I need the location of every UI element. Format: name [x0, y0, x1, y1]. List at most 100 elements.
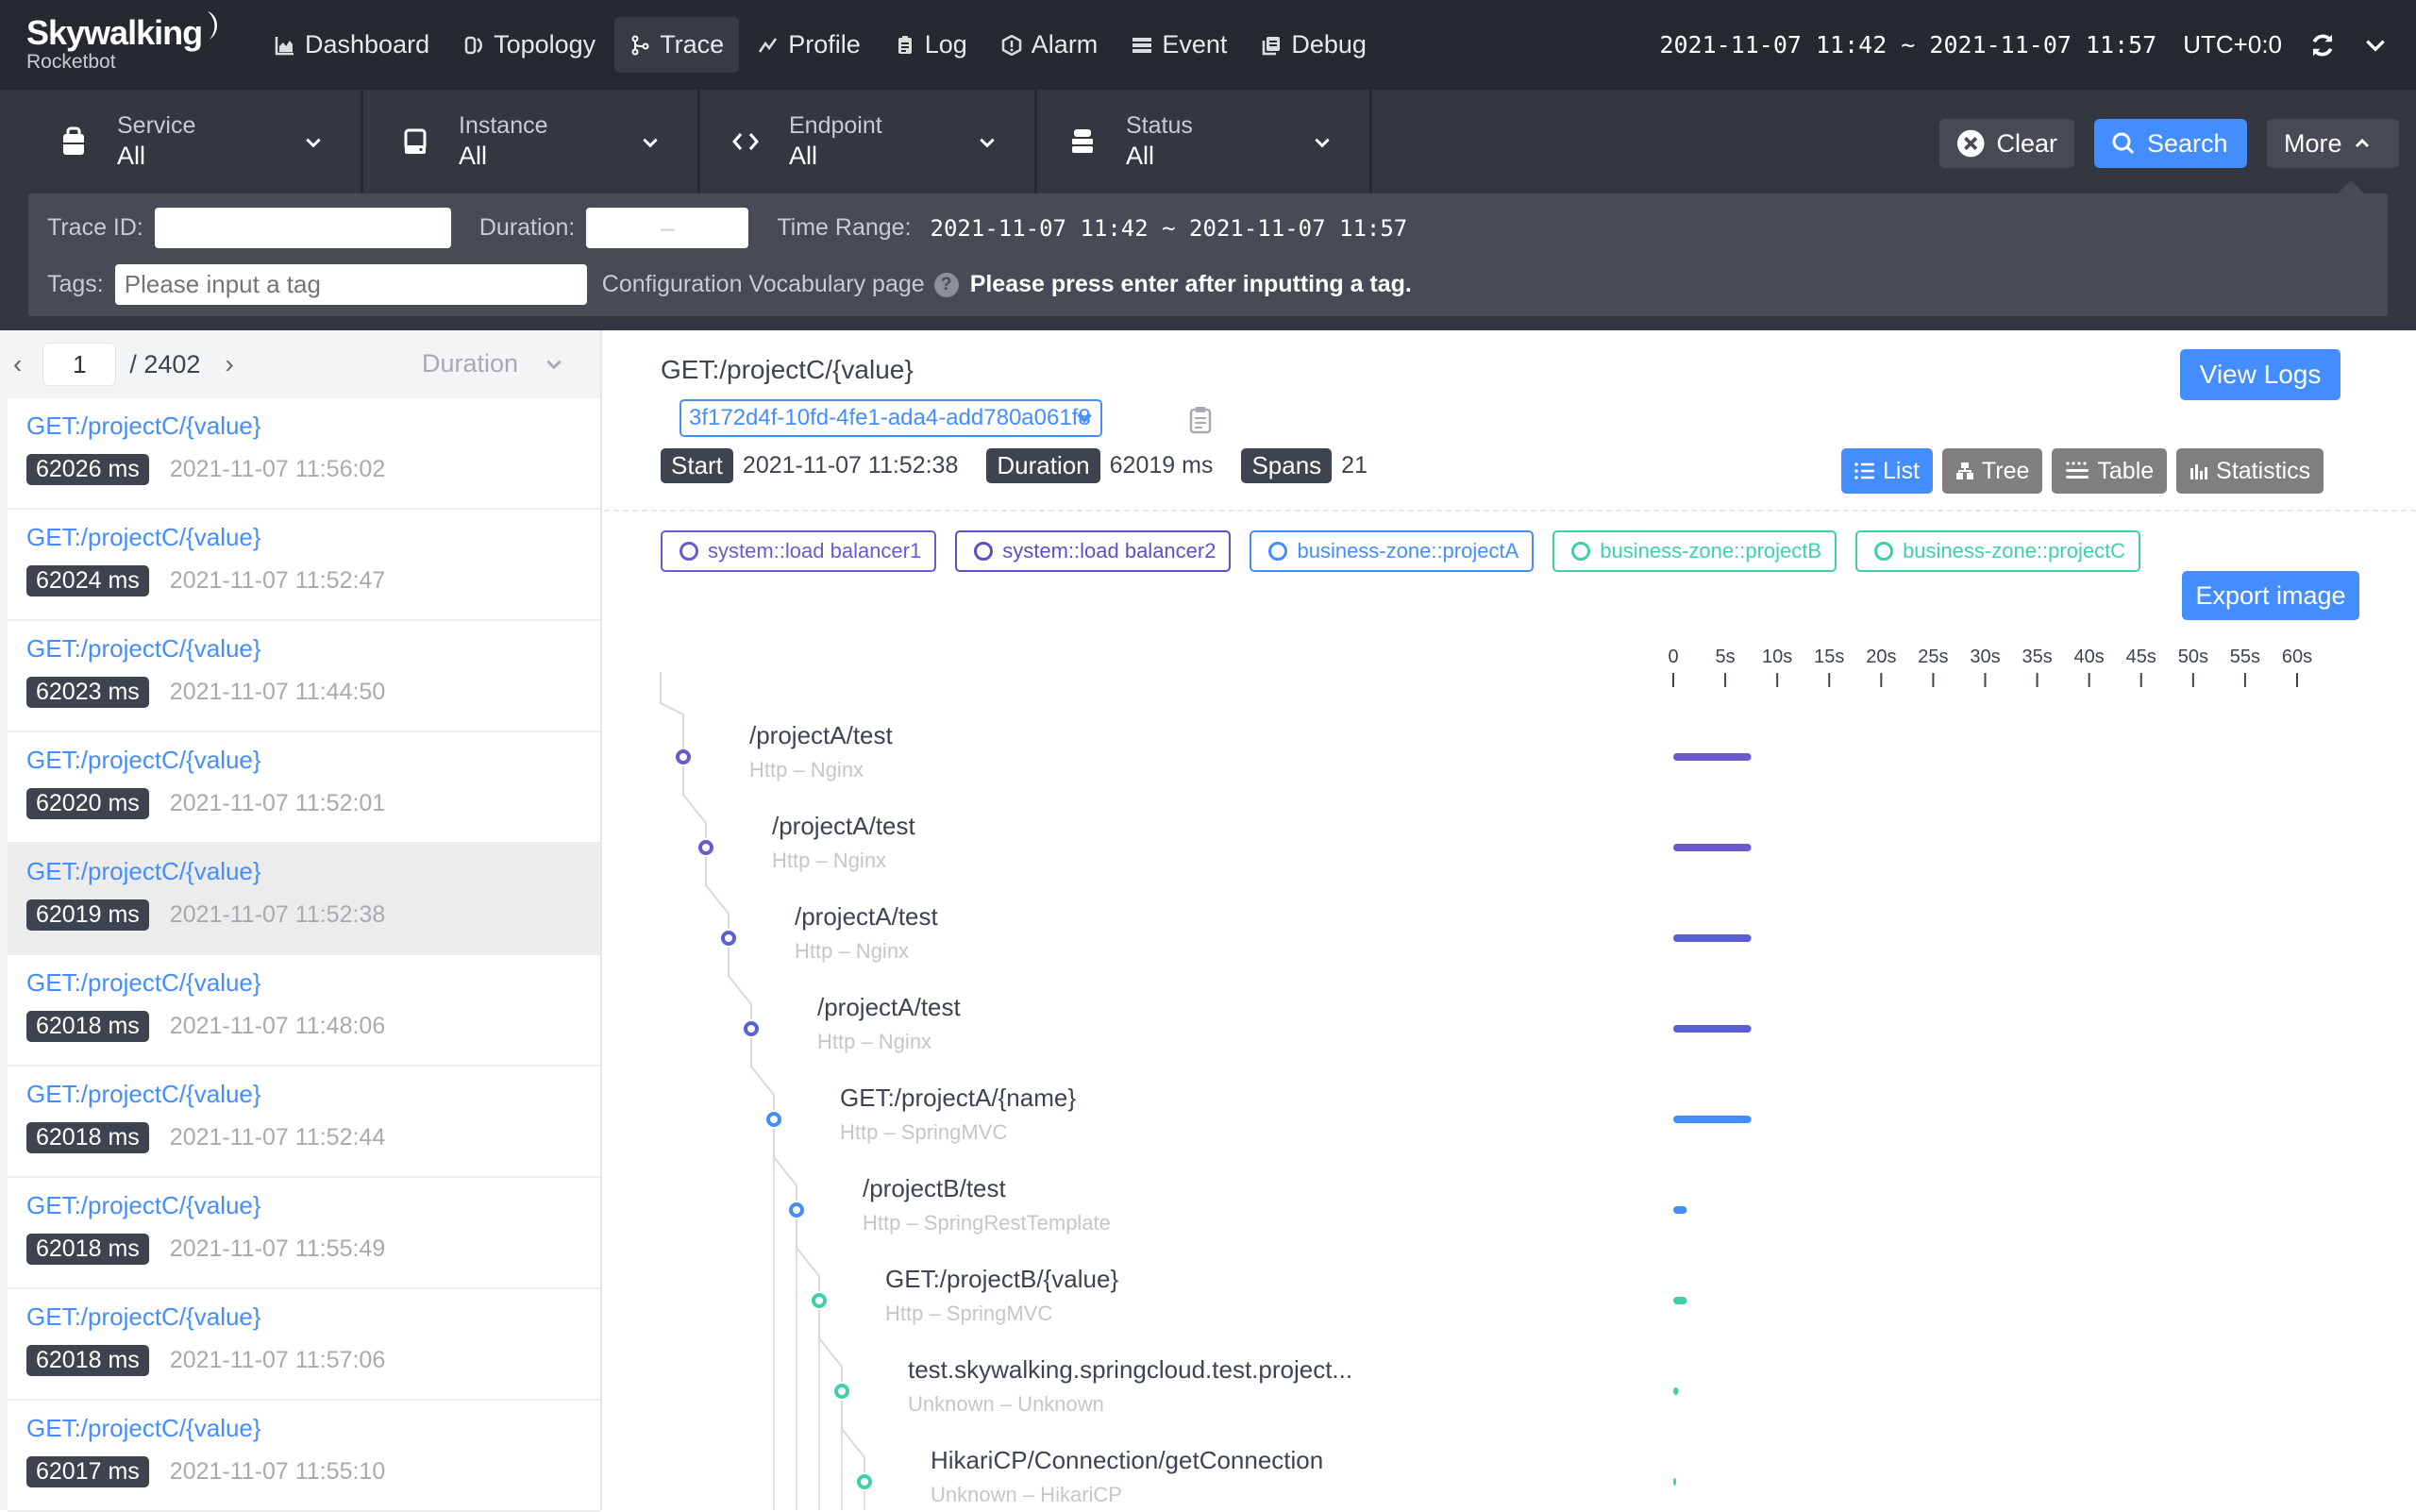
chevron-down-icon — [1315, 138, 1330, 148]
sort-label: Duration — [422, 349, 519, 378]
page-number-input[interactable]: 1 — [42, 343, 117, 386]
duration-input[interactable]: – — [586, 208, 749, 248]
nav-item-dashboard[interactable]: Dashboard — [260, 17, 445, 73]
trace-endpoint[interactable]: GET:/projectC/{value} — [26, 1414, 600, 1443]
trace-endpoint[interactable]: GET:/projectC/{value} — [26, 1191, 600, 1220]
dashboard-icon — [275, 35, 295, 56]
nav-item-log[interactable]: Log — [880, 17, 982, 73]
trace-id-input[interactable] — [154, 208, 451, 248]
more-panel-caret — [2337, 180, 2365, 194]
span-row[interactable]: /projectA/test Http – Nginx — [817, 993, 961, 1054]
chevron-down-icon[interactable] — [2363, 33, 2388, 58]
clear-button[interactable]: Clear — [1939, 119, 2074, 168]
status-selector[interactable]: Status All — [1037, 90, 1372, 193]
span-name: /projectA/test — [795, 902, 938, 931]
nav-item-profile[interactable]: Profile — [743, 17, 876, 73]
trace-list-item[interactable]: GET:/projectC/{value} 62018 ms 2021-11-07 … — [8, 1289, 600, 1401]
nav-item-label: Event — [1162, 30, 1228, 59]
trace-list-item[interactable]: GET:/projectC/{value} 62026 ms 2021-11-07 … — [8, 398, 600, 510]
trace-endpoint[interactable]: GET:/projectC/{value} — [26, 412, 600, 441]
instance-selector[interactable]: Instance All — [363, 90, 700, 193]
nav-item-label: Profile — [788, 30, 861, 59]
span-type: Http – SpringRestTemplate — [863, 1211, 1111, 1235]
trace-duration-badge: 62017 ms — [26, 1456, 149, 1487]
span-name: HikariCP/Connection/getConnection — [931, 1446, 1324, 1474]
time-range-value[interactable]: 2021-11-07 11:42 ~ 2021-11-07 11:57 — [931, 215, 1408, 242]
trace-list-item[interactable]: GET:/projectC/{value} 62018 ms 2021-11-07 … — [8, 1067, 600, 1178]
instance-label: Instance — [459, 112, 548, 139]
trace-start-time: 2021-11-07 11:55:49 — [169, 1235, 386, 1262]
span-row[interactable]: GET:/projectB/{value} Http – SpringMVC — [885, 1265, 1118, 1326]
tags-hint: Please press enter after inputting a tag… — [969, 271, 1412, 297]
more-filters-panel: Trace ID: Duration: – Time Range: 2021-1… — [28, 193, 2388, 316]
span-row[interactable]: GET:/projectA/{name} Http – SpringMVC — [840, 1084, 1076, 1145]
tree-connector — [660, 672, 684, 757]
chevron-down-icon — [546, 360, 562, 369]
trace-endpoint[interactable]: GET:/projectC/{value} — [26, 634, 600, 664]
trace-list-item[interactable]: GET:/projectC/{value} 62017 ms 2021-11-07 … — [8, 1401, 600, 1512]
span-node — [857, 1474, 872, 1489]
axis-tick-label: 10s — [1762, 647, 1792, 667]
axis-tick-label: 5s — [1716, 647, 1736, 667]
status-icon — [1065, 125, 1099, 159]
prev-page-icon[interactable]: ‹ — [13, 349, 22, 379]
pagination: ‹ 1 / 2402 › Duration — [0, 330, 600, 398]
endpoint-selector[interactable]: Endpoint All — [700, 90, 1037, 193]
trace-start-time: 2021-11-07 11:52:38 — [169, 901, 386, 928]
nav-item-event[interactable]: Event — [1116, 17, 1242, 73]
sort-dropdown[interactable]: Duration — [422, 349, 563, 378]
nav-item-trace[interactable]: Trace — [614, 17, 740, 73]
refresh-icon[interactable] — [2308, 31, 2337, 59]
top-nav: Skywalking Rocketbot Dashboard Topology Tr… — [0, 0, 2416, 90]
trace-list-item[interactable]: GET:/projectC/{value} 62020 ms 2021-11-07 … — [8, 732, 600, 844]
span-row[interactable]: test.skywalking.springcloud.test.project… — [908, 1355, 1352, 1417]
trace-endpoint[interactable]: GET:/projectC/{value} — [26, 746, 600, 775]
tree-connector — [705, 857, 730, 929]
trace-list-item[interactable]: GET:/projectC/{value} 62018 ms 2021-11-07 … — [8, 1178, 600, 1289]
trace-start-time: 2021-11-07 11:52:44 — [169, 1124, 386, 1151]
trace-duration-badge: 62023 ms — [26, 677, 149, 708]
trace-list-item[interactable]: GET:/projectC/{value} 62024 ms 2021-11-07 … — [8, 510, 600, 621]
more-label: More — [2284, 128, 2342, 158]
axis-tick-label: 40s — [2074, 647, 2105, 667]
alarm-icon — [1001, 34, 1022, 56]
trace-list-item[interactable]: GET:/projectC/{value} 62018 ms 2021-11-07 … — [8, 955, 600, 1067]
more-button[interactable]: More — [2267, 119, 2399, 168]
trace-endpoint[interactable]: GET:/projectC/{value} — [26, 857, 600, 886]
logo[interactable]: Skywalking Rocketbot — [26, 11, 223, 74]
nav-item-debug[interactable]: Debug — [1246, 17, 1382, 73]
help-icon[interactable]: ? — [933, 272, 959, 297]
profile-icon — [758, 35, 779, 56]
span-bar — [1673, 1478, 1676, 1486]
trace-endpoint[interactable]: GET:/projectC/{value} — [26, 1080, 600, 1109]
span-node — [744, 1021, 759, 1036]
nav-item-label: Alarm — [1031, 30, 1099, 59]
span-node — [721, 931, 736, 946]
span-type: Http – SpringMVC — [840, 1120, 1008, 1144]
trace-list-item[interactable]: GET:/projectC/{value} 62023 ms 2021-11-07 … — [8, 621, 600, 732]
global-time-range[interactable]: 2021-11-07 11:42 ~ 2021-11-07 11:57 — [1659, 31, 2156, 59]
span-row[interactable]: HikariCP/Connection/getConnection Unknown… — [931, 1446, 1323, 1507]
span-row[interactable]: /projectA/test Http – Nginx — [795, 902, 938, 964]
axis-tick-label: 0 — [1668, 647, 1678, 667]
span-row[interactable]: /projectA/test Http – Nginx — [772, 812, 915, 873]
span-row[interactable]: /projectA/test Http – Nginx — [749, 721, 893, 782]
vocabulary-link[interactable]: Configuration Vocabulary page — [602, 271, 925, 298]
trace-list-panel: ‹ 1 / 2402 › Duration GET:/projectC/{val… — [0, 330, 602, 1512]
trace-list-item[interactable]: GET:/projectC/{value} 62019 ms 2021-11-07 … — [8, 844, 600, 955]
trace-endpoint[interactable]: GET:/projectC/{value} — [26, 1302, 600, 1332]
span-row[interactable]: /projectB/test Http – SpringRestTemplate — [863, 1174, 1111, 1235]
timezone[interactable]: UTC+0:0 — [2183, 30, 2282, 59]
nav-item-topology[interactable]: Topology — [448, 17, 611, 73]
trace-duration-badge: 62024 ms — [26, 565, 149, 596]
trace-endpoint[interactable]: GET:/projectC/{value} — [26, 968, 600, 998]
search-button[interactable]: Search — [2094, 119, 2247, 168]
nav-item-alarm[interactable]: Alarm — [986, 17, 1114, 73]
trace-endpoint[interactable]: GET:/projectC/{value} — [26, 523, 600, 552]
tags-input[interactable] — [114, 264, 587, 305]
service-selector[interactable]: Service All — [0, 90, 363, 193]
span-name: GET:/projectB/{value} — [885, 1265, 1119, 1293]
clear-label: Clear — [1996, 128, 2057, 158]
span-bar — [1673, 934, 1752, 942]
next-page-icon[interactable]: › — [225, 349, 233, 379]
